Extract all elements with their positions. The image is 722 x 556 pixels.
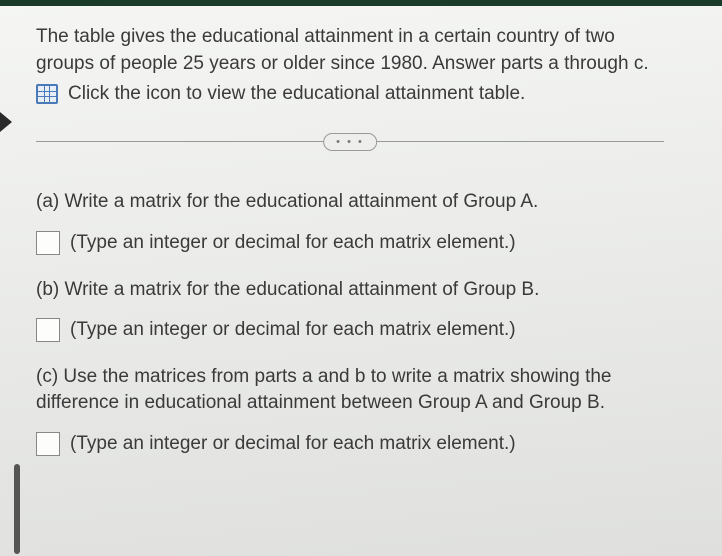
part-c-answer-row: (Type an integer or decimal for each mat…	[36, 432, 664, 456]
part-a-hint: (Type an integer or decimal for each mat…	[70, 232, 516, 254]
part-b-answer-row: (Type an integer or decimal for each mat…	[36, 318, 664, 342]
intro-text: The table gives the educational attainme…	[36, 24, 664, 77]
table-link-text[interactable]: Click the icon to view the educational a…	[68, 83, 525, 105]
part-b-answer-input[interactable]	[36, 318, 60, 342]
table-icon[interactable]	[36, 84, 58, 104]
scroll-marker	[14, 464, 20, 554]
part-a-answer-input[interactable]	[36, 231, 60, 255]
question-panel: The table gives the educational attainme…	[0, 6, 688, 496]
left-caret-icon	[0, 112, 12, 132]
part-a-prompt: (a) Write a matrix for the educational a…	[36, 189, 664, 215]
part-c-prompt: (c) Use the matrices from parts a and b …	[36, 364, 664, 415]
part-b-prompt: (b) Write a matrix for the educational a…	[36, 277, 664, 303]
part-b-hint: (Type an integer or decimal for each mat…	[70, 319, 516, 341]
separator-dots: • • •	[336, 136, 364, 148]
part-c-answer-input[interactable]	[36, 432, 60, 456]
separator-pill[interactable]: • • •	[323, 133, 377, 151]
part-a-answer-row: (Type an integer or decimal for each mat…	[36, 231, 664, 255]
part-c-hint: (Type an integer or decimal for each mat…	[70, 433, 516, 455]
section-separator: • • •	[36, 129, 664, 155]
table-link-row: Click the icon to view the educational a…	[36, 83, 664, 105]
